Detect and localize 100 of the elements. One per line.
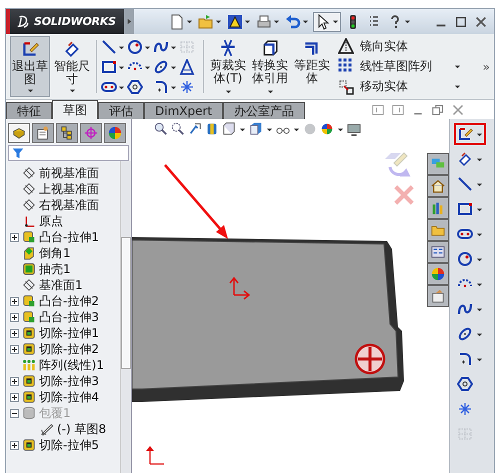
caret-icon[interactable] [144,64,151,70]
caret-icon[interactable] [266,88,274,95]
dot-grid-icon[interactable] [338,58,354,74]
task-pane-tab[interactable] [427,263,449,285]
tree-item-label[interactable]: 切除-拉伸2 [39,340,99,358]
open-folder-icon[interactable] [198,14,214,30]
view-orientation-icon[interactable] [222,122,236,136]
ribbon-button[interactable]: 退出草图 [10,36,50,97]
caret-icon[interactable] [476,230,483,238]
ribbon-tab[interactable]: 办公室产品 [223,102,306,119]
caret-icon[interactable] [118,64,125,70]
rectangle-icon[interactable] [457,201,473,217]
display-tab[interactable] [104,123,126,143]
chamfer-icon[interactable] [22,246,36,260]
cube-outline-icon[interactable] [261,39,279,57]
expand-toggle[interactable] [10,440,19,450]
slot-icon[interactable] [101,79,117,95]
caret-icon[interactable] [170,84,177,90]
spline-icon[interactable] [153,39,169,55]
new-document-icon[interactable] [169,14,185,30]
dimension-icon[interactable] [63,40,81,58]
origin-icon[interactable] [22,214,36,228]
circle-icon[interactable] [127,39,143,55]
ribbon-list-button[interactable]: 移动实体 [338,78,408,96]
home-icon[interactable] [431,179,445,193]
caret-icon[interactable] [118,44,125,50]
appearance-icon[interactable] [320,122,334,136]
close-icon[interactable] [452,104,464,116]
tree-item-label[interactable]: 前视基准面 [39,164,99,182]
scrollbar[interactable] [120,161,131,473]
caret-icon[interactable] [170,44,177,50]
caret-icon[interactable] [404,18,411,25]
expand-toggle[interactable] [10,232,19,242]
shell-icon[interactable] [22,262,36,276]
ribbon-tab[interactable]: DimXpert [144,102,224,119]
caret-icon[interactable] [476,130,483,138]
caret-icon[interactable] [215,18,222,25]
trim-icon[interactable] [219,39,237,57]
caret-icon[interactable] [26,87,34,94]
caret-icon[interactable] [118,84,125,90]
cut-extrude-icon[interactable] [22,374,36,388]
restore-icon[interactable] [432,104,444,116]
caret-icon[interactable] [476,156,483,162]
expand-arrow-icon[interactable] [126,18,132,25]
ribbon-button[interactable]: 剪裁实体(T) [208,36,248,97]
ribbon-tab[interactable]: 草图 [52,100,98,119]
scene-monitor-icon[interactable] [347,122,361,136]
line-icon[interactable] [101,39,117,55]
feature-tree-tab[interactable] [8,123,30,143]
mirror-icon[interactable] [338,38,354,54]
caret-icon[interactable] [476,330,483,338]
caret-icon[interactable] [293,126,300,132]
ellipse-icon[interactable] [457,326,473,342]
filter-icon[interactable] [12,147,24,159]
boss-extrude-icon[interactable] [22,294,36,308]
tree-item-label[interactable]: 上视基准面 [39,180,99,198]
zoom-fit-icon[interactable] [154,122,168,136]
display-style-cube-icon[interactable] [249,122,263,136]
caret-icon[interactable] [454,83,461,90]
caret-icon[interactable] [476,356,483,362]
task-pane-tab[interactable] [427,153,449,175]
caret-icon[interactable] [476,256,483,262]
caret-icon[interactable] [224,88,232,95]
task-pane-tab[interactable] [427,175,449,197]
caret-icon[interactable] [170,64,177,70]
sketch-pencil-icon[interactable] [457,126,473,142]
caret-icon[interactable] [332,18,339,25]
caret-icon[interactable] [144,44,151,50]
plane-icon[interactable] [22,166,36,180]
tree-item-label[interactable]: 凸台-拉伸1 [39,228,99,246]
ribbon-tab[interactable]: 评估 [98,102,144,119]
tree-item-label[interactable]: 切除-拉伸1 [39,324,99,342]
caret-icon[interactable] [476,180,483,188]
fillet-icon[interactable] [153,79,169,95]
expand-toggle[interactable] [10,312,19,322]
slot-icon[interactable] [457,226,473,242]
task-pane-tab[interactable] [427,219,449,241]
close-icon[interactable] [474,14,488,28]
ribbon-button[interactable]: 转换实体引用 [250,36,290,97]
color-ball-icon[interactable] [108,126,122,140]
rectangle-icon[interactable] [101,59,117,75]
line-icon[interactable] [457,176,473,192]
overflow-chevron[interactable]: » [482,60,490,74]
caret-icon[interactable] [302,18,309,25]
filter-bar[interactable] [8,145,129,161]
caret-icon[interactable] [273,18,280,25]
tree-item-label[interactable]: 切除-拉伸3 [39,372,99,390]
library-icon[interactable] [431,201,445,215]
task-pane-tab[interactable] [427,285,449,307]
fillet-icon[interactable] [457,351,473,367]
expand-toggle[interactable] [10,328,19,338]
expand-toggle[interactable] [10,344,19,354]
expand-toggle[interactable] [10,392,19,402]
polygon-icon[interactable] [127,79,143,95]
boss-extrude-icon[interactable] [22,230,36,244]
parts-icon[interactable] [12,126,26,140]
plane-icon[interactable] [22,182,36,196]
task-pane-tab[interactable] [427,241,449,263]
point-icon[interactable] [179,79,195,95]
caret-icon[interactable] [476,280,483,288]
